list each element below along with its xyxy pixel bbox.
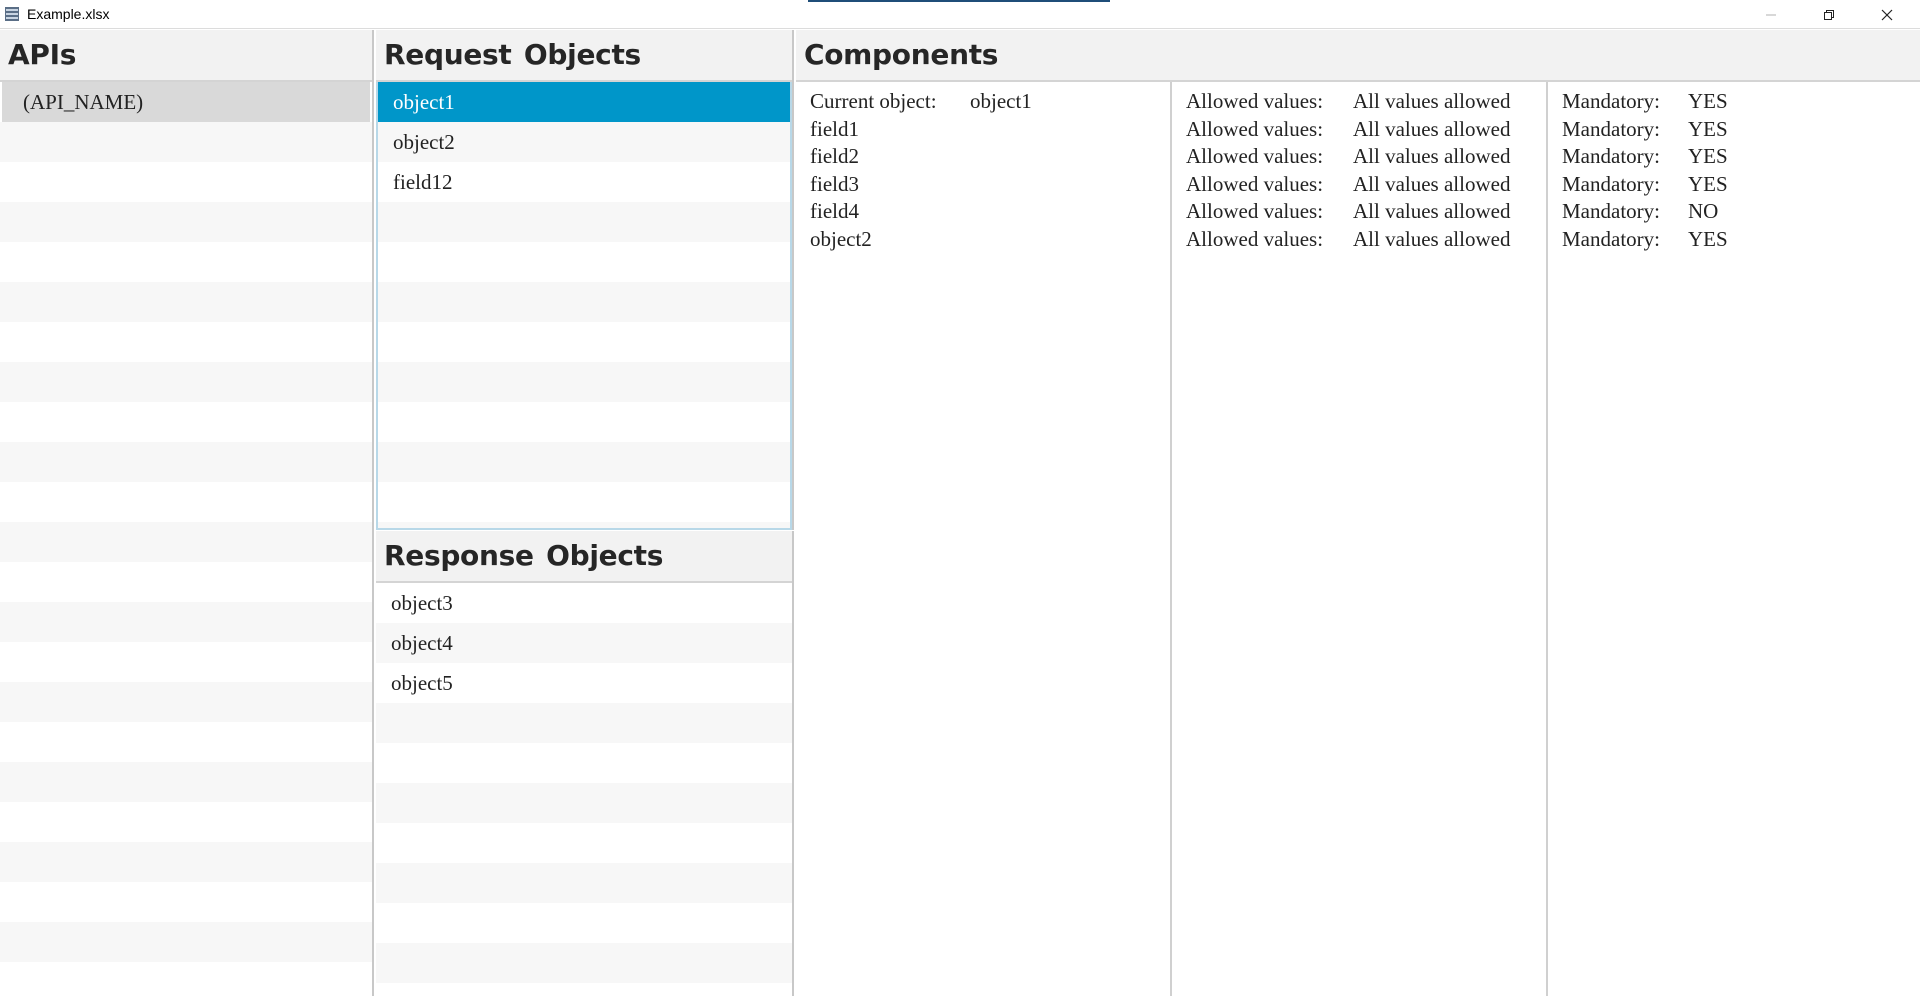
allowed-values-label: Allowed values: — [1186, 144, 1324, 168]
request-objects-header: Request Objects — [376, 30, 792, 82]
component-name: field4 — [810, 199, 859, 223]
component-name: field1 — [810, 116, 859, 141]
mandatory-line: Mandatory: YES — [1548, 143, 1920, 171]
request-objects-list[interactable]: object1 object2 field12 — [376, 82, 792, 530]
mandatory-label: Mandatory: — [1562, 199, 1660, 223]
response-objects-panel: Response Objects object3 object4 object5 — [376, 531, 794, 996]
request-object-item[interactable]: object2 — [378, 122, 790, 162]
allowed-values-line: Allowed values: All values allowed — [1172, 88, 1546, 116]
allowed-values-line: Allowed values: All values allowed — [1172, 226, 1546, 254]
request-objects-title: Request Objects — [384, 38, 641, 71]
mandatory-line: Mandatory: YES — [1548, 88, 1920, 116]
allowed-values-value: All values allowed — [1353, 116, 1511, 141]
minimize-icon — [1766, 14, 1776, 15]
allowed-values-label: Allowed values: — [1186, 226, 1324, 251]
mandatory-value: YES — [1688, 171, 1728, 196]
response-object-item[interactable]: object4 — [376, 623, 792, 663]
response-object-item[interactable]: object5 — [376, 663, 792, 703]
allowed-values-value: All values allowed — [1353, 171, 1511, 196]
minimize-button[interactable] — [1742, 0, 1800, 29]
allowed-values-label: Allowed values: — [1186, 199, 1324, 223]
mandatory-line: Mandatory: YES — [1548, 226, 1920, 254]
allowed-values-line: Allowed values: All values allowed — [1172, 116, 1546, 144]
spreadsheet-app-icon — [4, 6, 20, 22]
response-objects-header: Response Objects — [376, 531, 792, 583]
mandatory-label: Mandatory: — [1562, 116, 1660, 141]
allowed-values-label: Allowed values: — [1186, 89, 1324, 113]
mandatory-line: Mandatory: NO — [1548, 198, 1920, 226]
components-title: Components — [804, 38, 999, 71]
components-name-column: Current object: object1 field1 field2 fie… — [796, 82, 1170, 996]
apis-header: APIs — [0, 30, 372, 82]
components-panel: Components Current object: object1 field1… — [796, 30, 1920, 996]
components-body: Current object: object1 field1 field2 fie… — [796, 82, 1920, 996]
component-name: field2 — [810, 144, 859, 168]
mandatory-value: YES — [1688, 89, 1728, 113]
mandatory-line: Mandatory: YES — [1548, 171, 1920, 199]
allowed-values-label: Allowed values: — [1186, 171, 1324, 196]
mandatory-line: Mandatory: YES — [1548, 116, 1920, 144]
allowed-values-value: All values allowed — [1353, 144, 1511, 168]
mandatory-value: YES — [1688, 144, 1728, 168]
allowed-values-value: All values allowed — [1353, 199, 1511, 223]
mandatory-value: NO — [1688, 199, 1719, 223]
allowed-values-line: Allowed values: All values allowed — [1172, 198, 1546, 226]
allowed-values-value: All values allowed — [1353, 89, 1511, 113]
mandatory-label: Mandatory: — [1562, 171, 1660, 196]
response-objects-list[interactable]: object3 object4 object5 — [376, 583, 792, 996]
mandatory-label: Mandatory: — [1562, 144, 1660, 168]
response-objects-title: Response Objects — [384, 539, 664, 572]
allowed-values-line: Allowed values: All values allowed — [1172, 143, 1546, 171]
mandatory-value: YES — [1688, 116, 1728, 141]
apis-title: APIs — [8, 38, 77, 71]
window-title: Example.xlsx — [27, 6, 110, 22]
allowed-values-line: Allowed values: All values allowed — [1172, 171, 1546, 199]
mandatory-label: Mandatory: — [1562, 226, 1660, 251]
components-allowed-column: Allowed values: All values allowed Allowe… — [1170, 82, 1546, 996]
response-object-item[interactable]: object3 — [376, 583, 792, 623]
allowed-values-label: Allowed values: — [1186, 116, 1324, 141]
api-list-item[interactable]: (API_NAME) — [2, 82, 370, 122]
components-header: Components — [796, 30, 1920, 82]
current-object-line: Current object: object1 — [796, 88, 1170, 116]
current-object-value: object1 — [970, 89, 1032, 113]
title-bar: Example.xlsx — [0, 0, 1920, 29]
current-object-label: Current object: — [810, 89, 937, 113]
mandatory-value: YES — [1688, 226, 1728, 251]
title-accent-line — [808, 0, 1110, 2]
component-name: field3 — [810, 171, 859, 196]
components-mandatory-column: Mandatory: YES Mandatory: YES Mandatory: YE… — [1546, 82, 1920, 996]
request-object-item[interactable]: object1 — [378, 82, 790, 122]
mandatory-label: Mandatory: — [1562, 89, 1660, 113]
close-icon — [1881, 9, 1893, 20]
apis-panel: APIs (API_NAME) — [0, 30, 374, 996]
allowed-values-value: All values allowed — [1353, 226, 1511, 251]
request-objects-panel: Request Objects object1 object2 field12 — [376, 30, 794, 530]
apis-list[interactable]: (API_NAME) — [0, 82, 372, 996]
component-name: object2 — [810, 226, 872, 251]
restore-button[interactable] — [1800, 0, 1858, 29]
request-object-item[interactable]: field12 — [378, 162, 790, 202]
close-button[interactable] — [1858, 0, 1916, 29]
restore-icon — [1824, 9, 1834, 20]
